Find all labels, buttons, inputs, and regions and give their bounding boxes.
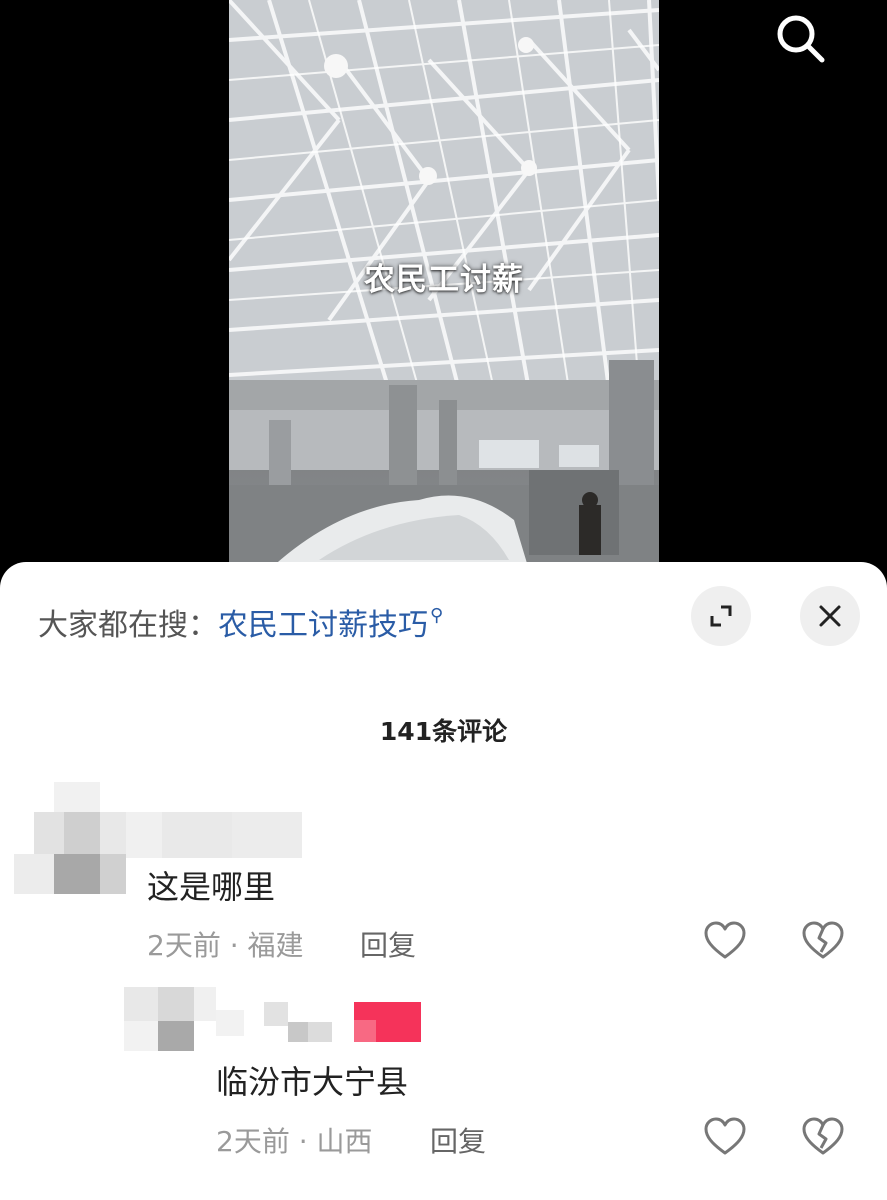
avatar[interactable] — [124, 987, 216, 1051]
username-blurred[interactable] — [126, 812, 302, 858]
reply-button[interactable]: 回复 — [360, 924, 416, 964]
hot-search-link[interactable]: 农民工讨薪技巧 — [218, 608, 428, 643]
comment-text: 临汾市大宁县 — [216, 1063, 409, 1101]
comment-location: 山西 — [316, 1125, 373, 1158]
username-blurred[interactable] — [216, 1002, 421, 1046]
search-small-icon[interactable]: ⚲ — [430, 605, 443, 626]
heart-icon — [704, 1117, 746, 1155]
comment-location: 福建 — [247, 929, 304, 962]
dislike-button[interactable] — [801, 1115, 845, 1159]
like-button[interactable] — [703, 919, 747, 963]
comment-text: 这是哪里 — [147, 868, 276, 906]
expand-icon — [710, 605, 732, 627]
comment-count: 141条评论 — [379, 717, 508, 746]
heart-icon — [704, 921, 746, 959]
dislike-button[interactable] — [801, 919, 845, 963]
comment-meta: 2天前 · 山西 — [216, 1125, 373, 1158]
video-player[interactable]: 农民工讨薪 — [0, 0, 887, 570]
broken-heart-icon — [802, 1117, 844, 1155]
video-frame[interactable]: 农民工讨薪 — [229, 0, 659, 570]
search-icon — [777, 15, 825, 63]
comment-sheet: 大家都在搜：农民工讨薪技巧⚲ 141条评论 这是哪里 2天前 · 福建 回复 — [0, 562, 887, 1200]
video-caption: 农民工讨薪 — [364, 262, 524, 298]
comment-meta: 2天前 · 福建 — [147, 929, 304, 962]
close-icon — [819, 605, 841, 627]
hot-search-prefix: 大家都在搜： — [38, 608, 218, 643]
like-button[interactable] — [703, 1115, 747, 1159]
broken-heart-icon — [802, 921, 844, 959]
avatar[interactable] — [14, 782, 126, 894]
close-button[interactable] — [800, 586, 860, 646]
comment-time: 2天前 — [147, 929, 221, 962]
search-button[interactable] — [768, 8, 832, 68]
reply-button[interactable]: 回复 — [430, 1120, 486, 1160]
comment-time: 2天前 — [216, 1125, 290, 1158]
expand-button[interactable] — [691, 586, 751, 646]
hot-search-bar: 大家都在搜：农民工讨薪技巧 ⚲ — [38, 600, 443, 644]
